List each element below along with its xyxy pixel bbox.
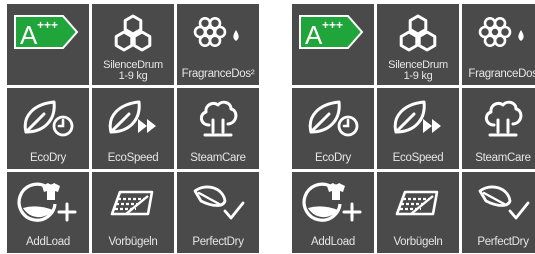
feature-tile-perfectdry: PerfectDry [177, 172, 259, 253]
feature-tile-ecodry: EcoDry [7, 88, 89, 169]
iron-sole-icon [377, 176, 459, 228]
shirt-add-icon [7, 176, 89, 228]
feature-label: PerfectDry [192, 236, 244, 248]
feature-label: EcoSpeed [392, 152, 444, 164]
feature-tile-silencedrum: SilenceDrum 1-9 kg [92, 4, 174, 85]
flower-drop-icon [177, 8, 259, 60]
feature-tile-ecospeed: EcoSpeed [377, 88, 459, 169]
iron-sole-icon [92, 176, 174, 228]
feature-tile-ecodry: EcoDry [292, 88, 374, 169]
steam-cloud-icon [462, 92, 535, 144]
feature-tile-steamcare: SteamCare [462, 88, 535, 169]
leaf-clock-icon [292, 92, 374, 144]
feature-label: SteamCare [190, 152, 246, 164]
feature-label: SilenceDrum 1-9 kg [388, 59, 448, 82]
feature-tile-vorb-geln: Vorbügeln [377, 172, 459, 253]
feature-label: AddLoad [26, 236, 70, 248]
shirt-add-icon [292, 176, 374, 228]
feature-label: EcoSpeed [107, 152, 159, 164]
energy-class-badge-icon: A +++ [292, 14, 374, 50]
feature-label: EcoDry [30, 152, 66, 164]
feature-label: FragranceDos² [181, 68, 255, 80]
feature-tile-a: A +++ [292, 4, 374, 85]
feature-tile-fragrancedos: FragranceDos [462, 4, 535, 85]
feature-tile-fragrancedos: FragranceDos² [177, 4, 259, 85]
feature-panel-right: A +++ SilenceDrum 1-9 kg FragranceDos EcoDry… [292, 4, 535, 253]
feature-tile-addload: AddLoad [7, 172, 89, 253]
feature-tile-silencedrum: SilenceDrum 1-9 kg [377, 4, 459, 85]
energy-class-letter: A [20, 20, 38, 50]
energy-class-plus: +++ [37, 18, 58, 32]
feature-panel-left: A +++ SilenceDrum 1-9 kg FragranceDos² EcoDr… [7, 4, 259, 253]
feather-check-icon [462, 176, 535, 228]
feature-label: Vorbügeln [108, 236, 158, 248]
feature-label: FragranceDos [468, 68, 535, 80]
leaf-fast-forward-icon [377, 92, 459, 144]
energy-class-badge-icon: A +++ [7, 14, 89, 50]
steam-cloud-icon [177, 92, 259, 144]
feature-tile-vorb-geln: Vorbügeln [92, 172, 174, 253]
feature-tile-a: A +++ [7, 4, 89, 85]
leaf-clock-icon [7, 92, 89, 144]
feature-label: PerfectDry [477, 236, 529, 248]
feature-tile-addload: AddLoad [292, 172, 374, 253]
leaf-fast-forward-icon [92, 92, 174, 144]
honeycomb-icon [92, 8, 174, 60]
feature-tile-perfectdry: PerfectDry [462, 172, 535, 253]
feather-check-icon [177, 176, 259, 228]
feature-tile-ecospeed: EcoSpeed [92, 88, 174, 169]
feature-label: SilenceDrum 1-9 kg [103, 59, 163, 82]
feature-label: EcoDry [315, 152, 351, 164]
feature-tile-steamcare: SteamCare [177, 88, 259, 169]
energy-class-plus: +++ [322, 18, 343, 32]
honeycomb-icon [377, 8, 459, 60]
feature-label: Vorbügeln [393, 236, 443, 248]
feature-label: AddLoad [311, 236, 355, 248]
energy-class-letter: A [305, 20, 323, 50]
flower-drop-icon [462, 8, 535, 60]
feature-label: SteamCare [475, 152, 531, 164]
